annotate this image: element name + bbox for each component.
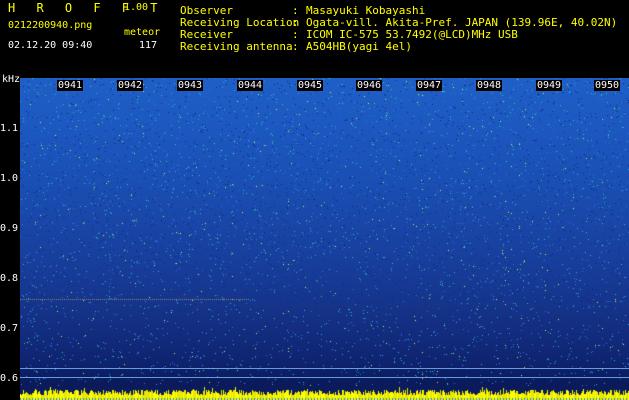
spectrogram-noise xyxy=(20,78,629,400)
antenna-colon: : xyxy=(292,40,299,53)
x-tick-label: 0949 xyxy=(536,80,563,91)
meteor-count: 117 xyxy=(139,40,158,51)
x-tick-label: 0947 xyxy=(416,80,443,91)
app-version: 1.00 xyxy=(124,2,149,13)
antenna-label: Receiving antenna xyxy=(180,40,293,53)
y-tick-label: 0.9 xyxy=(0,223,19,234)
x-tick-label: 0945 xyxy=(297,80,324,91)
header-panel: H R O F F T 1.00 0212200940.png meteor 0… xyxy=(0,0,629,76)
baseline-line xyxy=(20,377,629,378)
x-tick-label: 0944 xyxy=(237,80,264,91)
signal-level-bar xyxy=(20,386,629,400)
datetime: 02.12.20 09:40 xyxy=(8,40,93,51)
y-tick-label: 0.7 xyxy=(0,323,19,334)
baseline-line xyxy=(20,368,629,369)
y-axis-unit: kHz xyxy=(2,74,21,85)
meteor-label: meteor xyxy=(124,27,161,38)
spectrogram-plot xyxy=(20,78,629,400)
antenna-value: A504HB(yagi 4el) xyxy=(306,40,412,53)
x-tick-label: 0943 xyxy=(177,80,204,91)
y-tick-label: 1.1 xyxy=(0,123,19,134)
y-tick-label: 0.8 xyxy=(0,273,19,284)
x-tick-label: 0942 xyxy=(117,80,144,91)
y-tick-label: 0.6 xyxy=(0,373,19,384)
x-tick-label: 0941 xyxy=(57,80,84,91)
y-tick-label: 1.0 xyxy=(0,173,19,184)
x-tick-label: 0948 xyxy=(476,80,503,91)
x-tick-label: 0946 xyxy=(356,80,383,91)
file-name: 0212200940.png xyxy=(8,20,93,31)
x-tick-label: 0950 xyxy=(594,80,621,91)
